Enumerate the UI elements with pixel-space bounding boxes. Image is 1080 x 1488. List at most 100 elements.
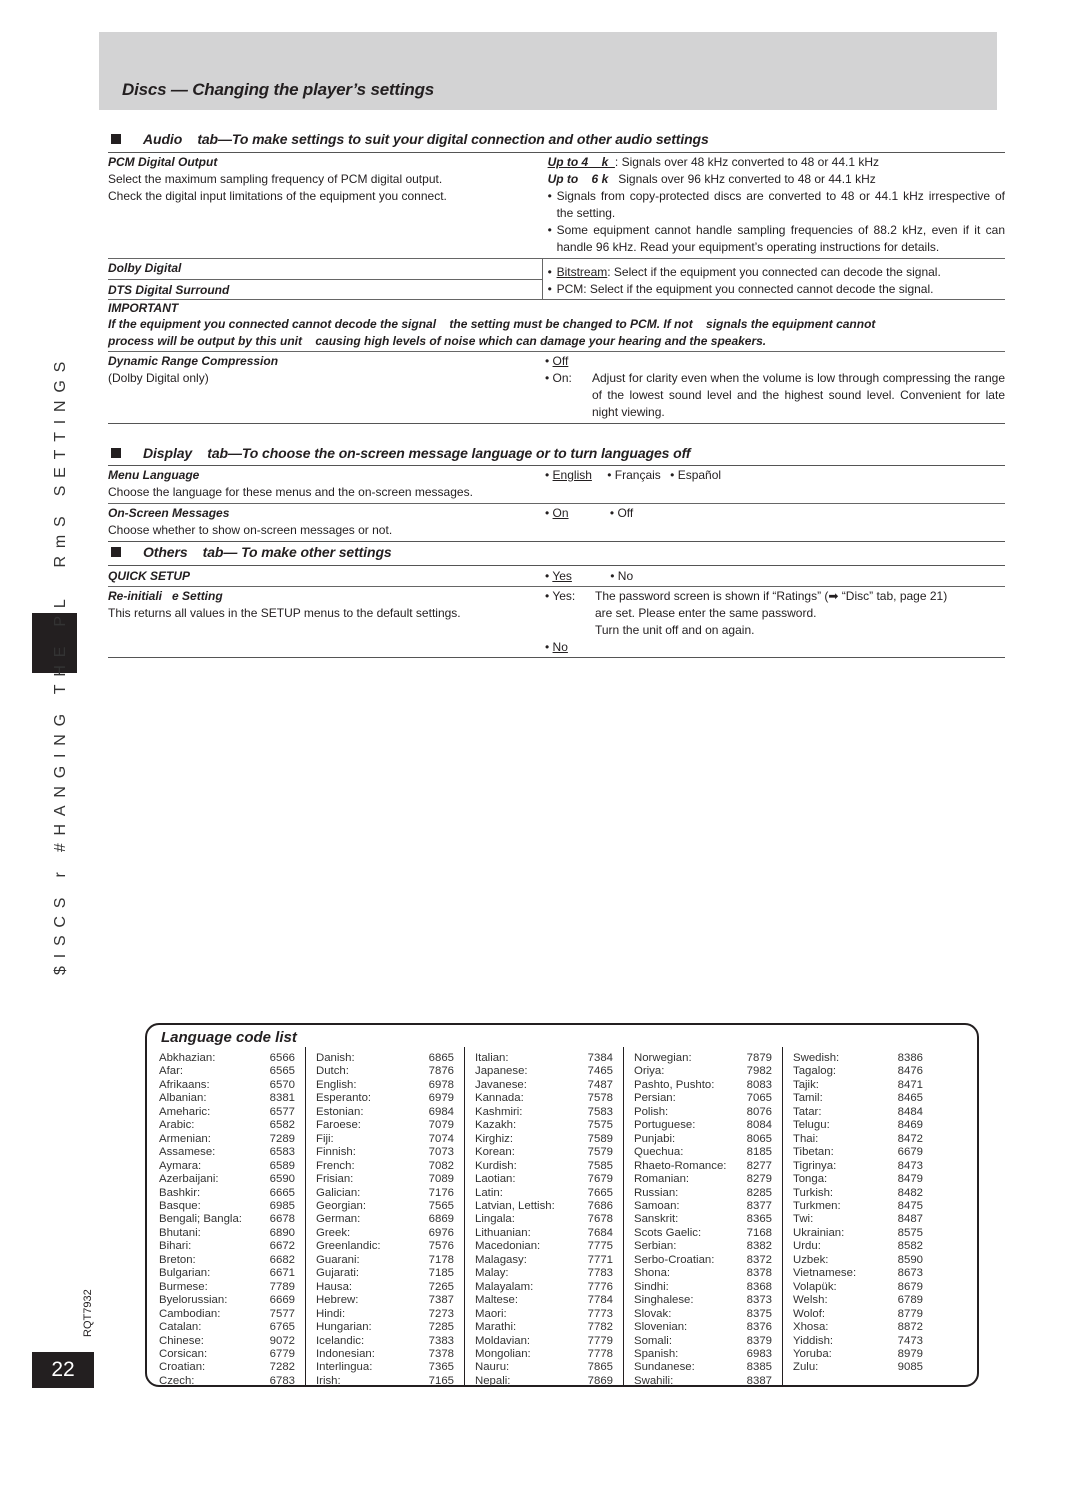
language-name: Icelandic: [316, 1334, 365, 1347]
language-entry: Bashkir: 6665 [159, 1187, 295, 1200]
menu-language-option-espanol[interactable]: • Español [670, 468, 721, 482]
language-code: 8387 [746, 1374, 772, 1387]
menu-language-option-english[interactable]: • English [545, 468, 592, 482]
pcm-option-96k[interactable]: Up to 6 k Signals over 96 kHz converted … [548, 171, 1005, 188]
language-name: Azerbaijani: [159, 1173, 219, 1186]
language-entry: Mongolian: 7778 [475, 1348, 613, 1361]
language-entry: Greek: 6976 [316, 1227, 454, 1240]
language-entry: Spanish: 6983 [634, 1348, 772, 1361]
language-code: 7776 [587, 1280, 613, 1293]
quick-setup-option-yes[interactable]: • Yes [545, 569, 572, 583]
language-code: 6671 [269, 1267, 295, 1280]
language-code: 6979 [428, 1092, 454, 1105]
language-entry: Telugu: 8469 [793, 1119, 923, 1132]
pcm-option-48k[interactable]: Up to 4 k : Signals over 48 kHz converte… [548, 154, 1005, 171]
language-name: Polish: [634, 1105, 669, 1118]
language-entry: Shona: 8378 [634, 1267, 772, 1280]
quick-setup-title: QUICK SETUP [108, 569, 191, 583]
reinit-option-yes[interactable]: • Yes: The password screen is shown if “R… [545, 588, 1005, 605]
language-entry: Kashmiri: 7583 [475, 1106, 613, 1119]
language-name: Czech: [159, 1374, 195, 1387]
pcm-option[interactable]: • PCM: Select if the equipment you connec… [548, 281, 1005, 298]
language-code: 7576 [428, 1240, 454, 1253]
language-code: 8185 [746, 1146, 772, 1159]
language-entry: Interlingua: 7365 [316, 1361, 454, 1374]
language-name: Kazakh: [475, 1119, 517, 1132]
language-entry: Hindi: 7273 [316, 1308, 454, 1321]
language-code: 8285 [746, 1186, 772, 1199]
language-code: 7285 [428, 1321, 454, 1334]
language-code: 6570 [269, 1078, 295, 1091]
language-code: 8679 [897, 1280, 923, 1293]
column-divider [782, 1047, 783, 1385]
pcm-desc-1: Select the maximum sampling frequency of… [108, 172, 443, 186]
language-entry: Romanian: 8279 [634, 1173, 772, 1186]
bitstream-text: : Select if the equipment you connected … [607, 265, 941, 279]
language-entry: French: 7082 [316, 1160, 454, 1173]
language-entry: Croatian: 7282 [159, 1361, 295, 1374]
language-entry: Malay: 7783 [475, 1267, 613, 1280]
reinit-option-no[interactable]: • No [545, 639, 1005, 656]
language-name: Hausa: [316, 1280, 353, 1293]
language-entry: Bhutani: 6890 [159, 1227, 295, 1240]
column-divider [305, 1047, 306, 1385]
quick-setup-option-no[interactable]: • No [610, 569, 633, 583]
option-label: No [617, 569, 634, 583]
osm-option-on[interactable]: • On [545, 506, 569, 520]
header-band: Discs — Changing the player’s settings [99, 32, 997, 110]
language-code: 6679 [897, 1146, 923, 1159]
drc-on-text: Adjust for clarity even when the volume … [592, 371, 1005, 419]
language-entry: Sanskrit: 8365 [634, 1213, 772, 1226]
language-name: Quechua: [634, 1146, 684, 1159]
drc-option-off[interactable]: • Off [545, 353, 1005, 370]
language-code: 7585 [587, 1159, 613, 1172]
bitstream-option[interactable]: • Bitstream: Select if the equipment you … [548, 264, 1005, 281]
language-name: Sindhi: [634, 1280, 669, 1293]
language-code: 7178 [428, 1253, 454, 1266]
language-name: Korean: [475, 1146, 515, 1159]
language-name: Danish: [316, 1052, 355, 1064]
language-code: 7074 [428, 1132, 454, 1145]
osm-option-off[interactable]: • Off [610, 506, 633, 520]
language-code: 8465 [897, 1092, 923, 1105]
language-name: Tibetan: [793, 1146, 834, 1159]
language-name: Scots Gaelic: [634, 1226, 702, 1239]
language-code: 7383 [428, 1334, 454, 1347]
language-name: Hindi: [316, 1307, 346, 1320]
language-entry: Korean: 7579 [475, 1146, 613, 1159]
language-entry: Moldavian: 7779 [475, 1335, 613, 1348]
language-entry: Samoan: 8377 [634, 1200, 772, 1213]
language-code: 9072 [269, 1334, 295, 1347]
language-code: 7378 [428, 1347, 454, 1360]
language-entry: Tonga: 8479 [793, 1173, 923, 1186]
language-name: Croatian: [159, 1361, 206, 1374]
audio-heading-text: Audio tab—To make settings to suit your … [143, 131, 709, 147]
language-name: Singhalese: [634, 1294, 694, 1307]
language-name: Yiddish: [793, 1334, 834, 1347]
language-entry: Oriya: 7982 [634, 1065, 772, 1078]
square-bullet-icon [111, 448, 121, 458]
language-entry: Hungarian: 7285 [316, 1321, 454, 1334]
language-code: 8872 [897, 1321, 923, 1334]
language-entry: Japanese: 7465 [475, 1065, 613, 1078]
language-entry: Welsh: 6789 [793, 1294, 923, 1307]
language-entry: Russian: 8285 [634, 1187, 772, 1200]
language-code-list: Language code list Abkhazian: 6566 Afar: 65… [145, 1023, 979, 1387]
drc-option-on[interactable]: • On: Adjust for clarity even when the vo… [545, 370, 1005, 421]
language-name: Guarani: [316, 1253, 360, 1266]
language-code: 8084 [746, 1119, 772, 1132]
language-name: Samoan: [634, 1199, 680, 1212]
option-label: Español [677, 468, 722, 482]
language-name: Sanskrit: [634, 1213, 679, 1226]
language-code: 7487 [587, 1078, 613, 1091]
reinit-desc: This returns all values in the SETUP men… [108, 606, 461, 620]
language-list-title: Language code list [161, 1029, 297, 1046]
language-entry: Italian: 7384 [475, 1052, 613, 1065]
menu-language-option-francais[interactable]: • Français [607, 468, 661, 482]
language-entry: Afrikaans: 6570 [159, 1079, 295, 1092]
language-entry: Somali: 8379 [634, 1335, 772, 1348]
language-name: Spanish: [634, 1347, 679, 1360]
option-label: On [552, 506, 569, 520]
language-entry: Turkish: 8482 [793, 1187, 923, 1200]
language-name: Oriya: [634, 1065, 665, 1078]
